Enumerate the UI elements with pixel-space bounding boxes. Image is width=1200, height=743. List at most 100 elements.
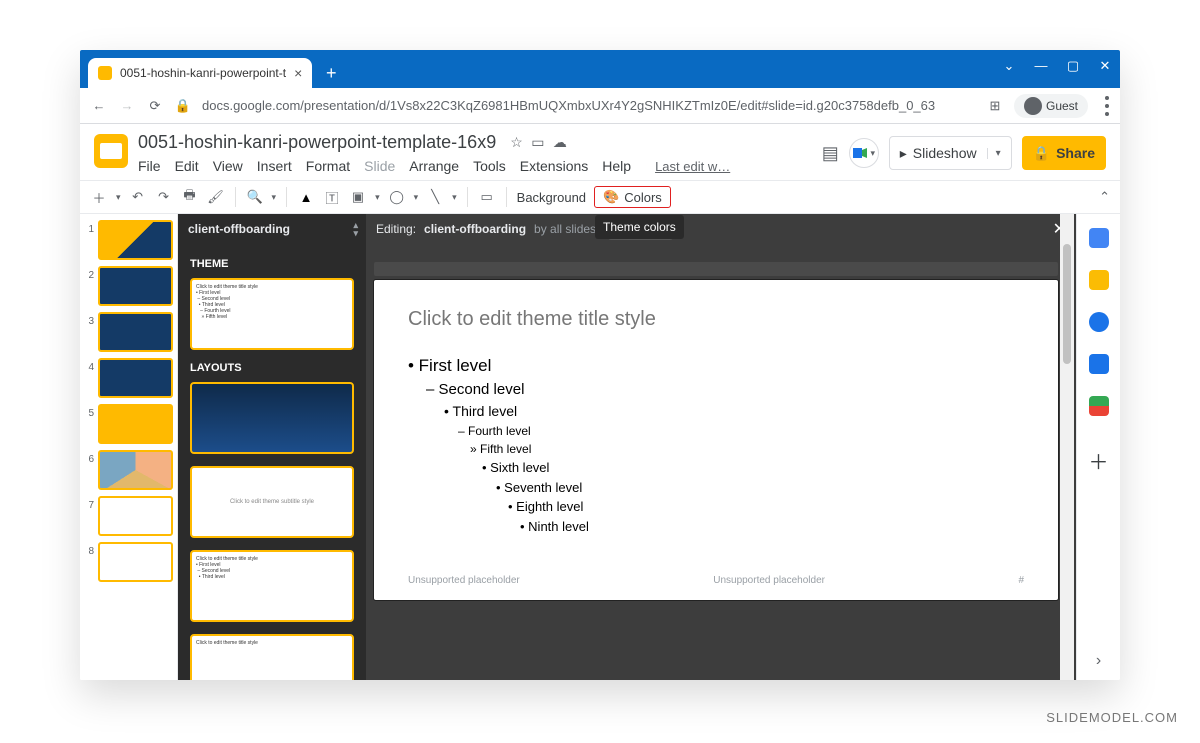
tab-title: 0051-hoshin-kanri-powerpoint-t: [120, 66, 286, 80]
profile-chip[interactable]: Guest: [1014, 94, 1088, 118]
tasks-icon[interactable]: [1089, 312, 1109, 332]
chevron-down-icon[interactable]: ⌄: [1002, 58, 1016, 74]
background-button[interactable]: Background: [517, 190, 586, 205]
menu-help[interactable]: Help: [602, 158, 631, 174]
colors-button[interactable]: 🎨 Colors Theme colors: [594, 186, 671, 208]
close-tab-icon[interactable]: ×: [294, 65, 302, 81]
updown-icon: ▴▾: [353, 221, 358, 237]
star-icon[interactable]: ☆: [510, 134, 523, 150]
cloud-status-icon[interactable]: ☁: [553, 134, 567, 150]
slide-thumb[interactable]: [98, 496, 173, 536]
undo-icon[interactable]: ↶: [129, 189, 147, 205]
layout-thumb[interactable]: Click to edit theme title style: [190, 634, 354, 680]
slide-thumb[interactable]: [98, 312, 173, 352]
theme-picker[interactable]: client-offboarding ▴▾: [178, 214, 366, 244]
new-slide-icon[interactable]: ＋: [90, 188, 108, 207]
slide-thumb[interactable]: [98, 404, 173, 444]
colors-tooltip: Theme colors: [595, 215, 684, 239]
master-thumb[interactable]: Click to edit theme title style• First l…: [190, 278, 354, 350]
calendar-icon[interactable]: [1089, 228, 1109, 248]
play-icon: ▸: [900, 145, 907, 162]
menu-file[interactable]: File: [138, 158, 161, 174]
install-app-icon[interactable]: ⊞: [986, 98, 1004, 114]
browser-titlebar: 0051-hoshin-kanri-powerpoint-t × + ⌄ — ▢…: [80, 50, 1120, 88]
theme-editor: client-offboarding ▴▾ Editing: client-of…: [178, 214, 1076, 680]
image-icon[interactable]: ▣: [349, 189, 367, 205]
contacts-icon[interactable]: [1089, 354, 1109, 374]
move-icon[interactable]: ▭: [531, 134, 544, 150]
minimize-icon[interactable]: —: [1034, 58, 1048, 74]
close-icon[interactable]: ✕: [1098, 58, 1112, 74]
menu-tools[interactable]: Tools: [473, 158, 506, 174]
browser-window: 0051-hoshin-kanri-powerpoint-t × + ⌄ — ▢…: [80, 50, 1120, 680]
menu-format[interactable]: Format: [306, 158, 350, 174]
palette-icon: 🎨: [603, 189, 619, 205]
slide-thumbnail-panel: 1 2 3 4 5 6 7 8: [80, 214, 178, 680]
app-header: 0051-hoshin-kanri-powerpoint-template-16…: [80, 124, 1120, 180]
browser-tab[interactable]: 0051-hoshin-kanri-powerpoint-t ×: [88, 58, 312, 88]
slides-favicon: [98, 66, 112, 80]
menu-extensions[interactable]: Extensions: [520, 158, 588, 174]
editing-name: client-offboarding: [424, 222, 526, 236]
side-panel: ＋ ›: [1076, 214, 1120, 680]
header-actions: ▤ ▾ ▸ Slideshow ▾ 🔒 Share: [822, 136, 1106, 170]
slideshow-dropdown-icon[interactable]: ▾: [987, 148, 1001, 159]
select-icon[interactable]: ▲: [297, 190, 315, 205]
print-icon[interactable]: 🖶: [181, 186, 199, 208]
slide-number-placeholder[interactable]: #: [1018, 575, 1024, 586]
slide-thumb[interactable]: [98, 450, 173, 490]
menu-view[interactable]: View: [213, 158, 243, 174]
maps-icon[interactable]: [1089, 396, 1109, 416]
meet-icon: [852, 145, 868, 161]
lock-icon: 🔒: [174, 98, 192, 114]
chrome-menu-icon[interactable]: [1104, 96, 1110, 116]
layout-panel[interactable]: THEME Click to edit theme title style• F…: [178, 244, 366, 680]
lock-icon: 🔒: [1033, 145, 1050, 162]
forward-icon[interactable]: →: [118, 98, 136, 113]
horizontal-ruler[interactable]: [374, 262, 1058, 276]
zoom-icon[interactable]: 🔍: [246, 189, 264, 205]
collapse-toolbar-icon[interactable]: ⌃: [1099, 189, 1110, 205]
slide-thumb[interactable]: [98, 358, 173, 398]
url-text[interactable]: docs.google.com/presentation/d/1Vs8x22C3…: [202, 98, 976, 113]
slide-thumb[interactable]: [98, 542, 173, 582]
redo-icon[interactable]: ↷: [155, 189, 173, 205]
last-edit-link[interactable]: Last edit w…: [655, 159, 730, 174]
comments-icon[interactable]: ▤: [822, 143, 839, 164]
layout-thumb[interactable]: Click to edit theme title style• First l…: [190, 550, 354, 622]
slide-thumb[interactable]: [98, 220, 173, 260]
menu-slide[interactable]: Slide: [364, 158, 395, 174]
document-title[interactable]: 0051-hoshin-kanri-powerpoint-template-16…: [138, 132, 496, 153]
back-icon[interactable]: ←: [90, 98, 108, 113]
share-button[interactable]: 🔒 Share: [1022, 136, 1106, 170]
line-icon[interactable]: ╲: [426, 189, 444, 205]
unsupported-placeholder[interactable]: Unsupported placeholder: [713, 575, 825, 586]
body-placeholder[interactable]: • First level – Second level • Third lev…: [408, 353, 1024, 536]
keep-icon[interactable]: [1089, 270, 1109, 290]
maximize-icon[interactable]: ▢: [1066, 58, 1080, 74]
share-label: Share: [1056, 145, 1095, 161]
title-placeholder[interactable]: Click to edit theme title style: [408, 308, 1024, 331]
menu-edit[interactable]: Edit: [175, 158, 199, 174]
meet-button[interactable]: ▾: [849, 138, 879, 168]
layout-thumb[interactable]: [190, 382, 354, 454]
comment-add-icon[interactable]: ▭: [478, 189, 496, 205]
hide-side-panel-icon[interactable]: ›: [1096, 652, 1101, 670]
slideshow-button[interactable]: ▸ Slideshow ▾: [889, 136, 1012, 170]
slide-thumb[interactable]: [98, 266, 173, 306]
slideshow-label: Slideshow: [913, 145, 977, 161]
shape-icon[interactable]: ◯: [388, 189, 406, 205]
reload-icon[interactable]: ⟳: [146, 98, 164, 114]
unsupported-placeholder[interactable]: Unsupported placeholder: [408, 575, 520, 586]
textbox-icon[interactable]: 🅃: [323, 188, 341, 207]
layout-thumb[interactable]: Click to edit theme subtitle style: [190, 466, 354, 538]
menu-arrange[interactable]: Arrange: [409, 158, 459, 174]
new-tab-button[interactable]: +: [318, 60, 344, 86]
vertical-scrollbar[interactable]: [1060, 214, 1074, 680]
master-slide-canvas[interactable]: Click to edit theme title style • First …: [374, 280, 1058, 600]
menu-insert[interactable]: Insert: [257, 158, 292, 174]
addons-plus-icon[interactable]: ＋: [1089, 446, 1109, 475]
slides-logo-icon[interactable]: [94, 134, 128, 168]
paint-format-icon[interactable]: 🖌: [207, 189, 225, 205]
colors-label: Colors: [624, 190, 662, 205]
